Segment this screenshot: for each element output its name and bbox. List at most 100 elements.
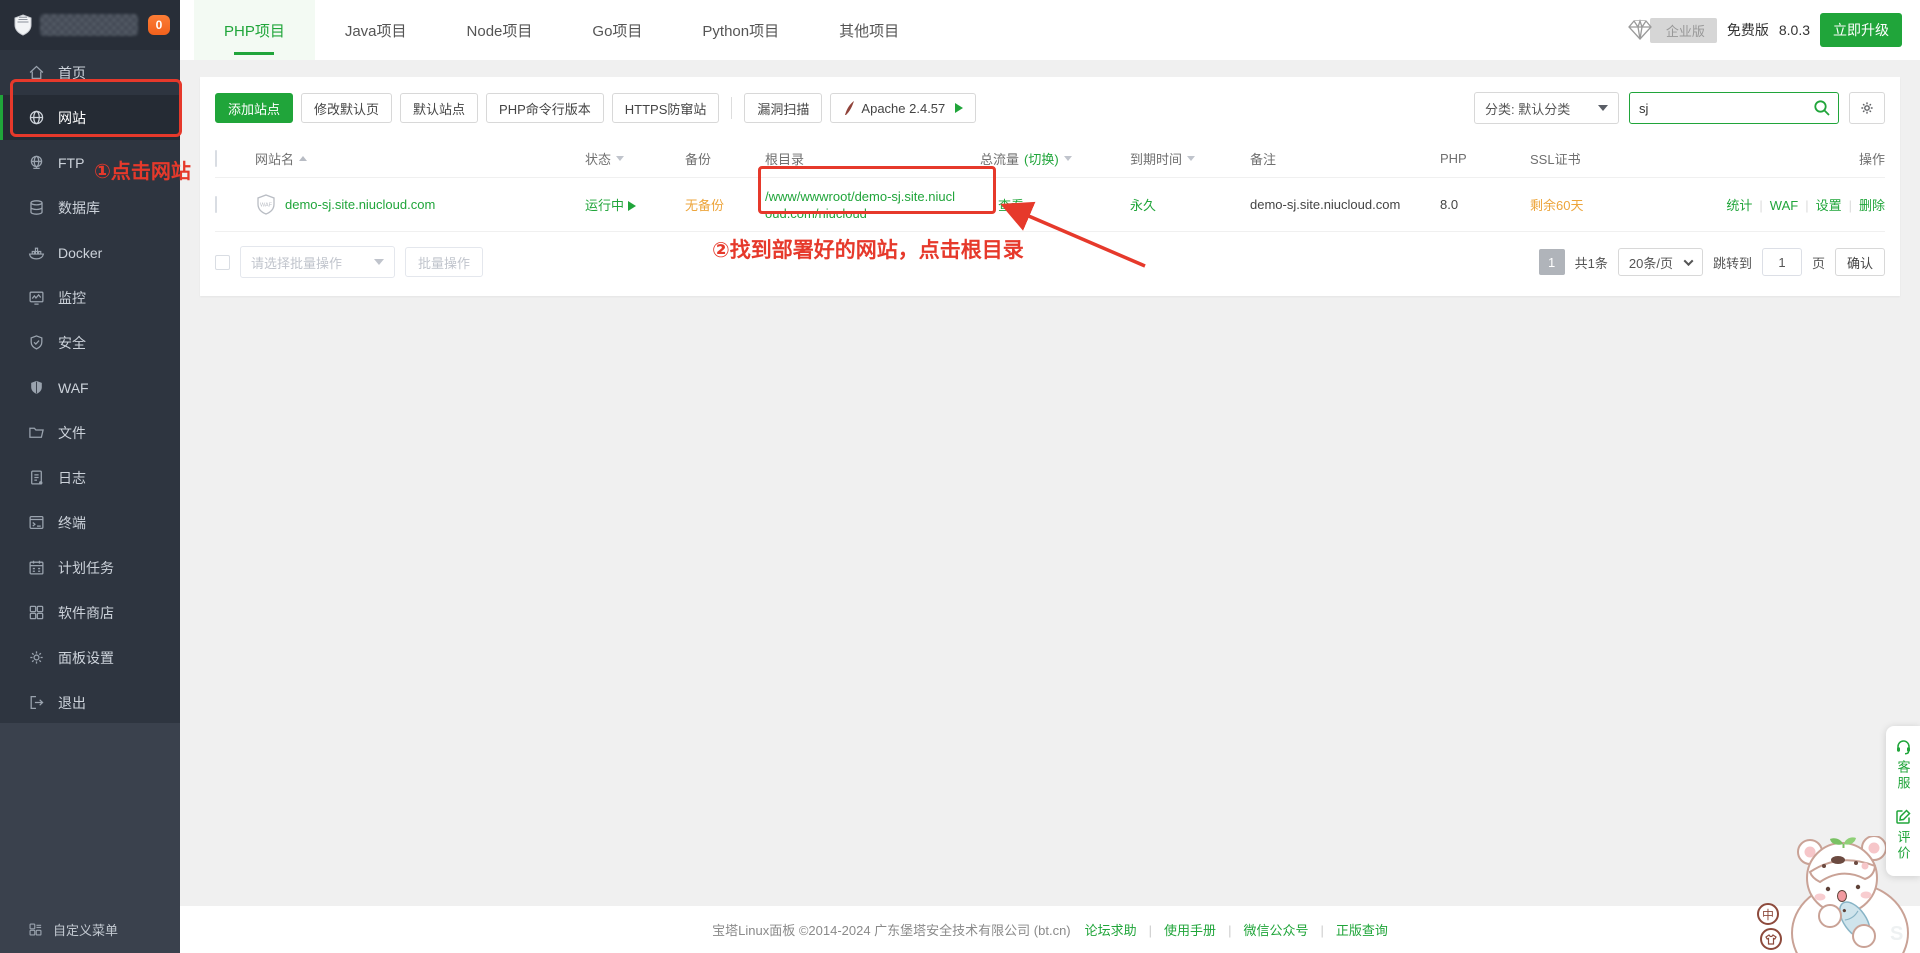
batch-action-button[interactable]: 批量操作 [405, 247, 483, 277]
edition-badge: 企业版 [1650, 18, 1717, 43]
traffic-view-link[interactable]: 查看 [998, 198, 1024, 213]
review-label: 评价 [1894, 830, 1913, 862]
project-tabbar: PHP项目 Java项目 Node项目 Go项目 Python项目 其他项目 企… [180, 0, 1920, 60]
tab-php[interactable]: PHP项目 [194, 0, 315, 60]
monitor-icon [28, 289, 45, 306]
custom-menu-button[interactable]: 自定义菜单 [28, 920, 118, 939]
batch-action-select[interactable]: 请选择批量操作 [240, 246, 395, 278]
sidebar-item-ftp[interactable]: FTP [0, 140, 180, 185]
chevron-down-icon [1598, 105, 1608, 111]
gear-icon [28, 649, 45, 666]
edit-icon [1895, 808, 1912, 825]
sidebar-item-files[interactable]: 文件 [0, 410, 180, 455]
vuln-scan-button[interactable]: 漏洞扫描 [744, 93, 822, 123]
sidebar: 0 首页 网站 FTP 数据库 Docker 监控 安全 [0, 0, 180, 953]
pagination: 1 共1条 20条/页 跳转到 页 确认 [1539, 248, 1885, 276]
row-checkbox[interactable] [215, 196, 217, 213]
waf-shield-icon [28, 379, 45, 396]
message-count-badge[interactable]: 0 [148, 15, 170, 35]
root-dir-link[interactable]: /www/wwwroot/demo-sj.site.niucloud.com/n… [765, 188, 955, 222]
header-site-name[interactable]: 网站名 [255, 149, 585, 168]
batch-select-placeholder: 请选择批量操作 [251, 253, 342, 272]
category-select[interactable]: 分类: 默认分类 [1474, 92, 1619, 124]
customer-service-button[interactable]: 客服 [1884, 738, 1920, 792]
tab-java[interactable]: Java项目 [315, 0, 437, 60]
sidebar-item-label: 数据库 [58, 198, 100, 218]
https-guard-button[interactable]: HTTPS防窜站 [612, 93, 720, 123]
ssl-cell: 剩余60天 [1530, 195, 1680, 214]
upgrade-button[interactable]: 立即升级 [1820, 13, 1902, 47]
sidebar-item-cron[interactable]: 计划任务 [0, 545, 180, 590]
jump-confirm-button[interactable]: 确认 [1835, 248, 1885, 276]
header-expire[interactable]: 到期时间 [1130, 149, 1250, 168]
search-box [1629, 92, 1839, 124]
sidebar-item-terminal[interactable]: 终端 [0, 500, 180, 545]
sidebar-item-security[interactable]: 安全 [0, 320, 180, 365]
no-backup-link[interactable]: 无备份 [685, 198, 724, 213]
sidebar-item-label: 终端 [58, 513, 86, 533]
sidebar-item-logs[interactable]: 日志 [0, 455, 180, 500]
sidebar-item-website[interactable]: 网站 [0, 95, 180, 140]
sidebar-item-database[interactable]: 数据库 [0, 185, 180, 230]
batch-select-all-checkbox[interactable] [215, 255, 230, 270]
tab-other[interactable]: 其他项目 [809, 0, 929, 60]
edit-default-page-button[interactable]: 修改默认页 [301, 93, 392, 123]
toolbar: 添加站点 修改默认页 默认站点 PHP命令行版本 HTTPS防窜站 漏洞扫描 A… [215, 92, 1885, 124]
logout-icon [28, 694, 45, 711]
note-cell[interactable]: demo-sj.site.niucloud.com [1250, 197, 1440, 212]
calendar-icon [28, 559, 45, 576]
sidebar-item-monitor[interactable]: 监控 [0, 275, 180, 320]
footer-link-wechat[interactable]: 微信公众号 [1216, 920, 1308, 939]
review-button[interactable]: 评价 [1884, 808, 1920, 862]
action-delete-link[interactable]: 删除 [1859, 198, 1885, 213]
tab-go[interactable]: Go项目 [562, 0, 672, 60]
footer-link-forum[interactable]: 论坛求助 [1085, 920, 1137, 939]
sidebar-item-logout[interactable]: 退出 [0, 680, 180, 725]
sidebar-item-label: 退出 [58, 693, 86, 713]
footer-link-manual[interactable]: 使用手册 [1137, 920, 1216, 939]
traffic-switch-link[interactable]: (切换) [1024, 149, 1059, 168]
sidebar-item-label: 计划任务 [58, 558, 114, 578]
language-button[interactable]: 中 [1757, 903, 1779, 925]
default-site-button[interactable]: 默认站点 [400, 93, 478, 123]
sidebar-item-waf[interactable]: WAF [0, 365, 180, 410]
footer-link-license-check[interactable]: 正版查询 [1308, 920, 1387, 939]
table-settings-button[interactable] [1849, 92, 1885, 124]
per-page-value: 20条/页 [1629, 253, 1673, 272]
select-all-checkbox[interactable] [215, 150, 217, 167]
site-name-cell: WAF demo-sj.site.niucloud.com [255, 193, 585, 217]
status-running-link[interactable]: 运行中 [585, 198, 624, 213]
header-note: 备注 [1250, 149, 1440, 168]
search-icon[interactable] [1813, 99, 1831, 117]
sidebar-item-app-store[interactable]: 软件商店 [0, 590, 180, 635]
add-site-button[interactable]: 添加站点 [215, 93, 293, 123]
backup-cell: 无备份 [685, 195, 765, 214]
sidebar-item-home[interactable]: 首页 [0, 50, 180, 95]
header-traffic[interactable]: 总流量 (切换) [980, 149, 1130, 168]
sidebar-item-label: 监控 [58, 288, 86, 308]
php-version-cell[interactable]: 8.0 [1440, 197, 1530, 212]
header-status[interactable]: 状态 [585, 149, 685, 168]
page-number-button[interactable]: 1 [1539, 249, 1565, 275]
edition-area: 企业版 免费版 8.0.3 立即升级 [1627, 0, 1902, 60]
tab-node[interactable]: Node项目 [437, 0, 563, 60]
action-settings-link[interactable]: 设置 [1816, 198, 1842, 213]
jump-page-input[interactable] [1762, 248, 1802, 276]
sidebar-item-docker[interactable]: Docker [0, 230, 180, 275]
sidebar-item-label: 面板设置 [58, 648, 114, 668]
status-cell: 运行中 [585, 195, 685, 214]
sidebar-item-panel-settings[interactable]: 面板设置 [0, 635, 180, 680]
site-name-link[interactable]: demo-sj.site.niucloud.com [285, 197, 435, 212]
action-stats-link[interactable]: 统计 [1726, 198, 1752, 213]
dress-up-button[interactable] [1760, 928, 1782, 950]
sidebar-item-label: WAF [58, 380, 89, 396]
per-page-select[interactable]: 20条/页 [1618, 248, 1703, 276]
expire-link[interactable]: 永久 [1130, 198, 1156, 213]
ssl-remaining-link[interactable]: 剩余60天 [1530, 198, 1583, 213]
search-input[interactable] [1629, 92, 1839, 124]
tab-python[interactable]: Python项目 [672, 0, 809, 60]
action-waf-link[interactable]: WAF [1770, 198, 1798, 213]
shield-check-icon [28, 334, 45, 351]
apache-service-button[interactable]: Apache 2.4.57 [830, 93, 976, 123]
php-cli-version-button[interactable]: PHP命令行版本 [486, 93, 604, 123]
